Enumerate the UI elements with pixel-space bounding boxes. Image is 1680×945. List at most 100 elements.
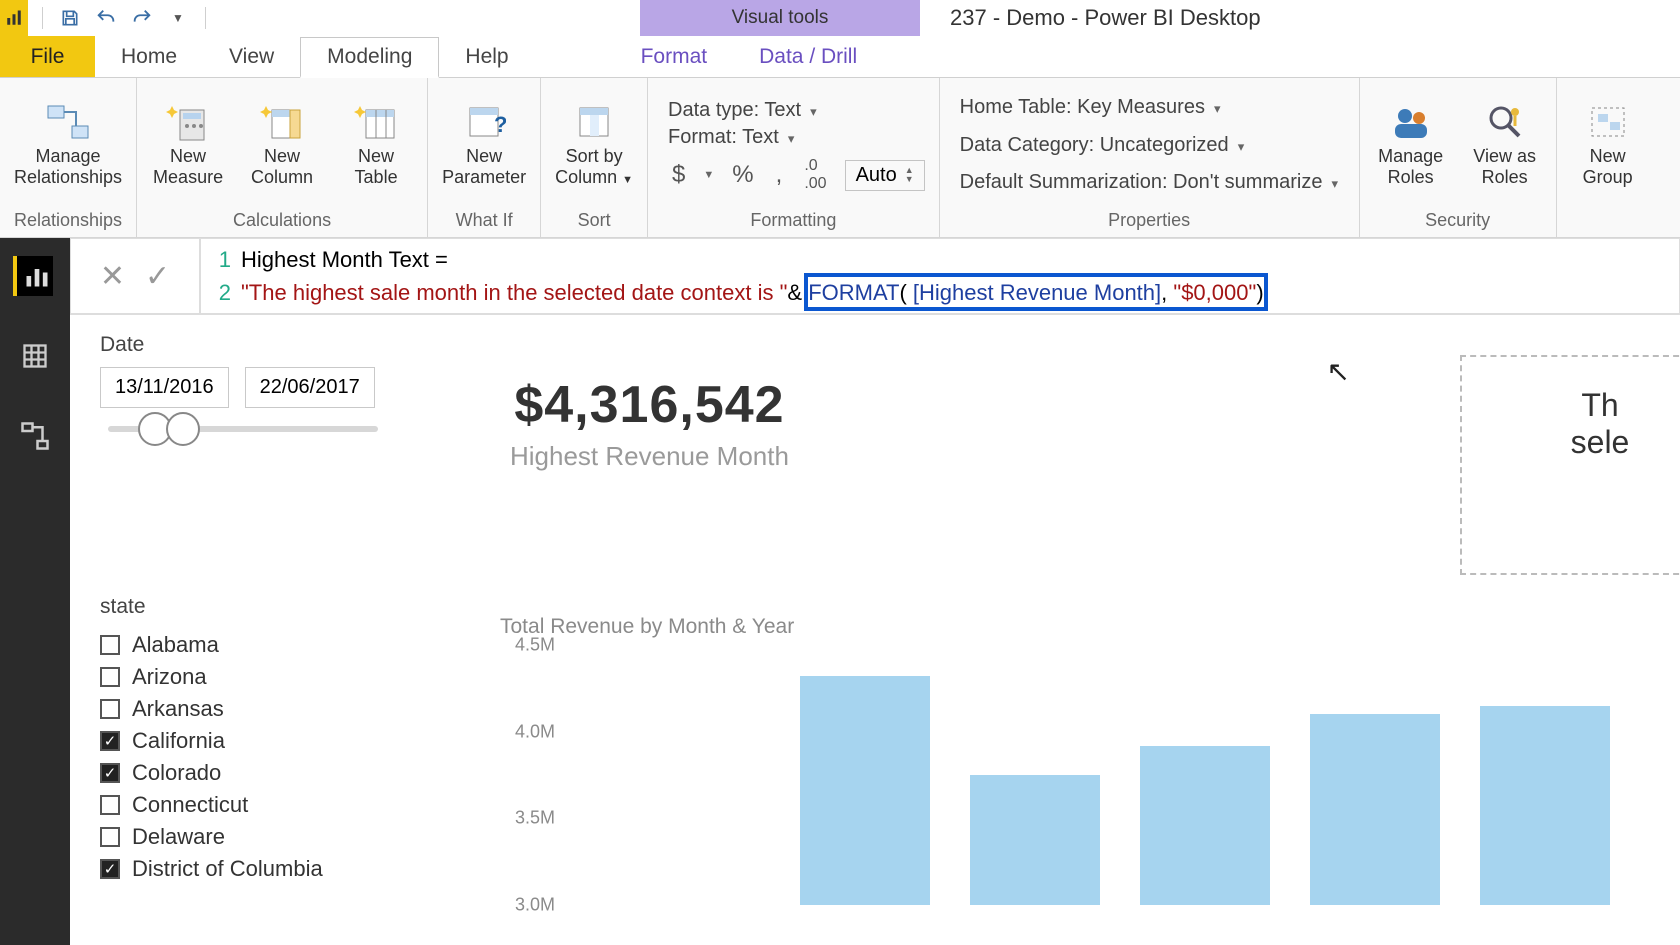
- model-view-button[interactable]: [15, 416, 55, 456]
- date-from-input[interactable]: 13/11/2016: [100, 367, 229, 408]
- ribbon-tabs: File Home View Modeling Help Format Data…: [0, 36, 1680, 78]
- chart-bar[interactable]: [800, 676, 930, 905]
- checkbox-icon[interactable]: [100, 763, 120, 783]
- roles-icon: [1389, 102, 1433, 142]
- date-slicer-title: Date: [100, 333, 1650, 357]
- checkbox-icon[interactable]: [100, 827, 120, 847]
- state-slicer-item[interactable]: Colorado: [100, 757, 400, 789]
- tab-data-drill[interactable]: Data / Drill: [733, 36, 883, 77]
- group-label-security: Security: [1425, 206, 1490, 235]
- format-dropdown[interactable]: Format: Text: [668, 124, 925, 151]
- card-visual[interactable]: $4,316,542 Highest Revenue Month: [510, 375, 789, 472]
- view-rail: [0, 238, 70, 945]
- state-slicer-item[interactable]: Arkansas: [100, 693, 400, 725]
- tab-file[interactable]: File: [0, 36, 95, 77]
- new-column-button[interactable]: New Column: [245, 102, 319, 187]
- default-summarization-dropdown[interactable]: Default Summarization: Don't summarize: [960, 169, 1345, 196]
- chart-bar[interactable]: [1310, 714, 1440, 905]
- formula-format-string: "$0,000": [1173, 280, 1256, 305]
- chart-ytick: 3.0M: [500, 895, 555, 916]
- checkbox-icon[interactable]: [100, 859, 120, 879]
- group-icon: [1586, 102, 1630, 142]
- view-as-roles-button[interactable]: View as Roles: [1468, 102, 1542, 187]
- decimals-icon[interactable]: .0.00: [800, 157, 830, 193]
- tab-modeling[interactable]: Modeling: [300, 37, 439, 78]
- formula-bar: ✕ ✓ 1Highest Month Text = 2"The highest …: [70, 238, 1680, 315]
- text-visual-selected[interactable]: Th sele: [1460, 355, 1680, 575]
- bar-chart-visual[interactable]: Total Revenue by Month & Year 4.5M4.0M3.…: [500, 615, 1680, 945]
- formula-line-1: Highest Month Text =: [241, 247, 448, 272]
- state-slicer-item-label: Colorado: [132, 760, 221, 786]
- state-slicer-item-label: Arizona: [132, 664, 207, 690]
- state-slicer-item[interactable]: California: [100, 725, 400, 757]
- manage-relationships-label: Manage Relationships: [14, 146, 122, 187]
- group-label-whatif: What If: [456, 206, 513, 235]
- cancel-formula-button[interactable]: ✕: [100, 259, 125, 294]
- tab-home[interactable]: Home: [95, 36, 203, 77]
- chart-bar[interactable]: [1480, 706, 1610, 905]
- group-sort: Sort by Column ▼ Sort: [541, 78, 648, 237]
- state-slicer[interactable]: state Alabama Arizona Arkansas California Co…: [100, 595, 400, 885]
- contextual-tab-label: Visual tools: [640, 0, 920, 36]
- decimal-places-input[interactable]: Auto▲▼: [845, 160, 925, 191]
- redo-icon[interactable]: [129, 5, 155, 31]
- undo-icon[interactable]: [93, 5, 119, 31]
- thousands-format-button[interactable]: ,: [772, 161, 787, 189]
- state-slicer-item-label: Arkansas: [132, 696, 224, 722]
- report-canvas[interactable]: Date 13/11/2016 22/06/2017 $4,316,542 Hi…: [70, 315, 1680, 945]
- new-parameter-button[interactable]: ? New Parameter: [442, 102, 526, 187]
- new-table-button[interactable]: New Table: [339, 102, 413, 187]
- report-view-button[interactable]: [13, 256, 53, 296]
- state-slicer-item[interactable]: Connecticut: [100, 789, 400, 821]
- chart-title: Total Revenue by Month & Year: [500, 615, 1680, 639]
- save-icon[interactable]: [57, 5, 83, 31]
- window-title: 237 - Demo - Power BI Desktop: [950, 5, 1261, 31]
- chart-bar[interactable]: [1140, 746, 1270, 905]
- date-slider-thumb-end[interactable]: [166, 412, 200, 446]
- new-measure-button[interactable]: New Measure: [151, 102, 225, 187]
- tab-help[interactable]: Help: [439, 36, 534, 77]
- sort-by-column-button[interactable]: Sort by Column ▼: [555, 102, 633, 187]
- date-slider-track[interactable]: [108, 426, 378, 432]
- magnifier-key-icon: [1483, 102, 1527, 142]
- state-slicer-item[interactable]: District of Columbia: [100, 853, 400, 885]
- tab-format[interactable]: Format: [615, 36, 734, 77]
- sort-by-column-label: Sort by Column ▼: [555, 146, 633, 187]
- svg-text:?: ?: [494, 112, 506, 137]
- formula-editor[interactable]: 1Highest Month Text = 2"The highest sale…: [200, 238, 1680, 314]
- commit-formula-button[interactable]: ✓: [145, 259, 170, 294]
- qat-dropdown-icon[interactable]: ▼: [165, 5, 191, 31]
- tab-view[interactable]: View: [203, 36, 300, 77]
- formula-comma: ,: [1161, 280, 1173, 305]
- group-label-relationships: Relationships: [14, 206, 122, 235]
- formula-function-name: FORMAT: [808, 280, 899, 305]
- checkbox-icon[interactable]: [100, 635, 120, 655]
- group-label-calculations: Calculations: [233, 206, 331, 235]
- state-slicer-title: state: [100, 595, 400, 619]
- data-category-dropdown[interactable]: Data Category: Uncategorized: [960, 132, 1345, 159]
- date-to-input[interactable]: 22/06/2017: [245, 367, 375, 408]
- group-label-sort: Sort: [578, 206, 611, 235]
- group-label-formatting: Formatting: [750, 206, 836, 235]
- manage-roles-button[interactable]: Manage Roles: [1374, 102, 1448, 187]
- state-slicer-item[interactable]: Delaware: [100, 821, 400, 853]
- date-slicer[interactable]: Date 13/11/2016 22/06/2017: [100, 333, 1650, 432]
- checkbox-icon[interactable]: [100, 795, 120, 815]
- sort-icon: [572, 102, 616, 142]
- data-view-button[interactable]: [15, 336, 55, 376]
- checkbox-icon[interactable]: [100, 699, 120, 719]
- checkbox-icon[interactable]: [100, 667, 120, 687]
- percent-format-button[interactable]: %: [728, 161, 757, 189]
- state-slicer-item[interactable]: Arizona: [100, 661, 400, 693]
- new-table-label: New Table: [355, 146, 398, 187]
- group-whatif: ? New Parameter What If: [428, 78, 541, 237]
- new-group-button[interactable]: New Group: [1571, 102, 1645, 187]
- checkbox-icon[interactable]: [100, 731, 120, 751]
- data-type-dropdown[interactable]: Data type: Text: [668, 97, 925, 124]
- new-parameter-label: New Parameter: [442, 146, 526, 187]
- currency-format-button[interactable]: $: [668, 161, 689, 189]
- chart-bar[interactable]: [970, 775, 1100, 905]
- manage-relationships-button[interactable]: Manage Relationships: [14, 102, 122, 187]
- state-slicer-item[interactable]: Alabama: [100, 629, 400, 661]
- home-table-dropdown[interactable]: Home Table: Key Measures: [960, 94, 1345, 121]
